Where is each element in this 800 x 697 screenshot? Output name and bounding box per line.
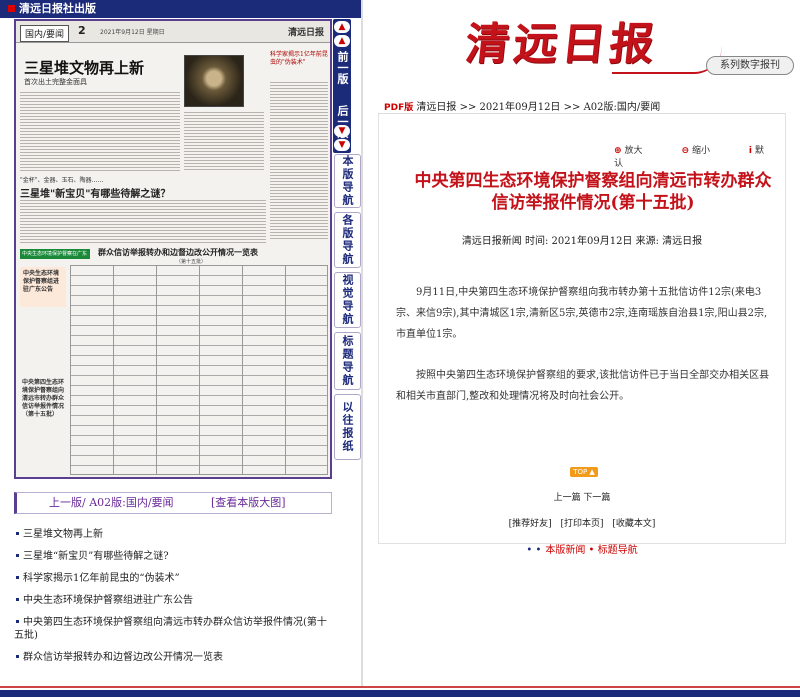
thumbnail-header: 国内/要闻 2 2021年9月12日 星期日 清远日报 <box>16 21 330 43</box>
page-flip-nav: ▲ ▲ 前一版 后一版 ▼ ▼ <box>333 19 351 153</box>
bullet-icon <box>16 532 19 535</box>
prev-page-button[interactable]: 前一版 <box>334 51 350 84</box>
up-arrow-icon[interactable]: ▲ <box>334 35 350 47</box>
view-full-page-link[interactable]: [查看本版大图] <box>211 493 286 513</box>
thumbnail-table <box>70 265 328 475</box>
down-arrow-icon[interactable]: ▼ <box>334 125 350 137</box>
thumbnail-text-block <box>184 111 264 171</box>
thumbnail-logo: 清远日报 <box>287 28 324 38</box>
list-item[interactable]: 中央生态环境保护督察组进驻广东公告 <box>14 594 332 607</box>
page-nav-bar: 上一版/ A02版:国内/要闻 [查看本版大图] <box>14 492 332 514</box>
thumbnail-subheadline: 首次出土完整金面具 <box>24 78 87 86</box>
thumbnail-text-block <box>270 81 328 241</box>
back-to-top-button[interactable]: TOP ▲ <box>570 467 598 477</box>
thumbnail-box-article[interactable]: 中央第四生态环境保护督察组向清远市转办群众信访举报件情况（第十五批） <box>20 377 66 418</box>
recommend-button[interactable]: [推荐好友] <box>509 519 552 529</box>
article-actions: [推荐好友] [打印本页] [收藏本文] <box>378 516 786 529</box>
list-item[interactable]: 中央第四生态环境保护督察组向清远市转办群众信访举报件情况(第十五批) <box>14 616 332 642</box>
bottom-stripe-red <box>0 686 800 688</box>
square-icon <box>8 4 15 12</box>
list-item-label: 中央生态环境保护督察组进驻广东公告 <box>23 595 193 606</box>
thumbnail-page-no: 2 <box>78 24 86 37</box>
up-arrow-icon[interactable]: ▲ <box>334 21 350 33</box>
masthead-logo[interactable]: 清远日报 <box>463 8 662 72</box>
article-paragraph: 9月11日,中央第四生态环境保护督察组向我市转办第十五批信访件12宗(来电3宗、… <box>396 287 768 340</box>
thumbnail-table-sub: （第十五批） <box>176 259 207 265</box>
article-paragraph: 按照中央第四生态环境保护督察组的要求,该批信访件已于当日全部交办相关区县和相关市… <box>396 370 770 402</box>
thumbnail-headline[interactable]: 三星堆文物再上新 <box>24 57 144 78</box>
nav-past-issues-button[interactable]: 以往报纸 <box>334 394 361 460</box>
thumbnail-date: 2021年9月12日 星期日 <box>100 29 165 36</box>
list-item-label: 中央第四生态环境保护督察组向清远市转办群众信访举报件情况(第十五批) <box>14 617 327 641</box>
breadcrumb: PDF版 清远日报 >> 2021年09月12日 >> A02版:国内/要闻 <box>384 102 661 113</box>
print-button[interactable]: [打印本页] <box>560 519 603 529</box>
bullet-icon: • • <box>526 545 542 556</box>
footer-nav-links[interactable]: 本版新闻 • 标题导航 <box>545 545 637 556</box>
thumbnail-section: 国内/要闻 <box>20 25 70 42</box>
list-item[interactable]: 三星堆文物再上新 <box>14 528 332 541</box>
thumbnail-question-title[interactable]: 三星堆"新宝贝"有哪些待解之谜？ <box>20 185 170 200</box>
publisher-bar: 清远日报社出版 <box>0 0 361 18</box>
column-divider <box>361 0 363 688</box>
nav-title-button[interactable]: 标题导航 <box>334 332 361 390</box>
prev-page-link[interactable]: 上一版/ A02版:国内/要闻 <box>49 493 174 513</box>
thumbnail-photo <box>184 55 244 107</box>
info-icon: i <box>748 146 752 156</box>
date-link[interactable]: 2021年09月12日 <box>480 102 561 113</box>
thumbnail-box-announcement[interactable]: 中央生态环境保护督察组进驻广东公告 <box>20 267 66 307</box>
prev-next-links[interactable]: 上一篇 下一篇 <box>378 490 786 503</box>
page-thumbnail[interactable]: 国内/要闻 2 2021年9月12日 星期日 清远日报 三星堆文物再上新 首次出… <box>14 19 332 479</box>
publisher-label: 清远日报社出版 <box>19 2 96 15</box>
zoom-out-icon: ⊖ <box>681 146 689 156</box>
thumbnail-kicker: "金杯"、金器、玉石、陶器…… <box>20 177 104 184</box>
page-link[interactable]: A02版:国内/要闻 <box>584 102 661 113</box>
nav-all-pages-button[interactable]: 各版导航 <box>334 212 361 268</box>
zoom-in-button[interactable]: ⊕ 放大 <box>614 146 661 156</box>
down-arrow-icon[interactable]: ▼ <box>334 139 350 151</box>
thumbnail-table-title[interactable]: 群众信访举报转办和边督边改公开情况一览表 <box>98 247 258 258</box>
article-body: 9月11日,中央第四生态环境保护督察组向我市转办第十五批信访件12宗(来电3宗、… <box>396 282 776 427</box>
article-meta: 清远日报新闻 时间: 2021年09月12日 来源: 清远日报 <box>461 236 703 247</box>
list-item-label: 三星堆“新宝贝”有哪些待解之谜? <box>23 551 169 562</box>
thumbnail-text-block <box>20 91 180 171</box>
zoom-out-label: 缩小 <box>691 146 710 156</box>
zoom-in-icon: ⊕ <box>614 146 622 156</box>
bullet-icon <box>16 598 19 601</box>
digital-series-button[interactable]: 系列数字报刊 <box>706 56 794 75</box>
article-list: 三星堆文物再上新 三星堆“新宝贝”有哪些待解之谜? 科学家揭示1亿年前昆虫的“伪… <box>14 528 332 673</box>
footer-nav: • • 本版新闻 • 标题导航 <box>378 541 786 556</box>
paper-link[interactable]: 清远日报 <box>416 102 456 113</box>
list-item-label: 三星堆文物再上新 <box>23 529 103 540</box>
bullet-icon <box>16 554 19 557</box>
thumbnail-side-title[interactable]: 科学家揭示1亿年前昆虫的"伪装术" <box>270 51 328 67</box>
thumbnail-banner: 中央生态环境保护督察在广东 <box>20 249 90 259</box>
nav-this-page-button[interactable]: 本版导航 <box>334 154 361 208</box>
prev-page-label: 前一版 <box>336 51 349 84</box>
list-item-label: 科学家揭示1亿年前昆虫的“伪装术” <box>23 573 180 584</box>
bullet-icon <box>16 655 19 658</box>
bookmark-button[interactable]: [收藏本文] <box>612 519 655 529</box>
nav-visual-button[interactable]: 视觉导航 <box>334 272 361 328</box>
zoom-tools: ⊕ 放大 ⊖ 缩小 i 默认 <box>614 143 800 169</box>
pdf-link[interactable]: PDF版 <box>384 103 413 113</box>
bullet-icon <box>16 620 19 623</box>
list-item[interactable]: 三星堆“新宝贝”有哪些待解之谜? <box>14 550 332 563</box>
zoom-in-label: 放大 <box>624 146 643 156</box>
thumbnail-text-block <box>20 199 266 243</box>
list-item[interactable]: 科学家揭示1亿年前昆虫的“伪装术” <box>14 572 332 585</box>
bullet-icon <box>16 576 19 579</box>
zoom-out-button[interactable]: ⊖ 缩小 <box>681 146 728 156</box>
list-item[interactable]: 群众信访举报转办和边督边改公开情况一览表 <box>14 651 332 664</box>
list-item-label: 群众信访举报转办和边督边改公开情况一览表 <box>23 652 223 663</box>
article-title: 中央第四生态环境保护督察组向清远市转办群众信访举报件情况(第十五批) <box>414 171 772 213</box>
bottom-stripe <box>0 690 800 697</box>
